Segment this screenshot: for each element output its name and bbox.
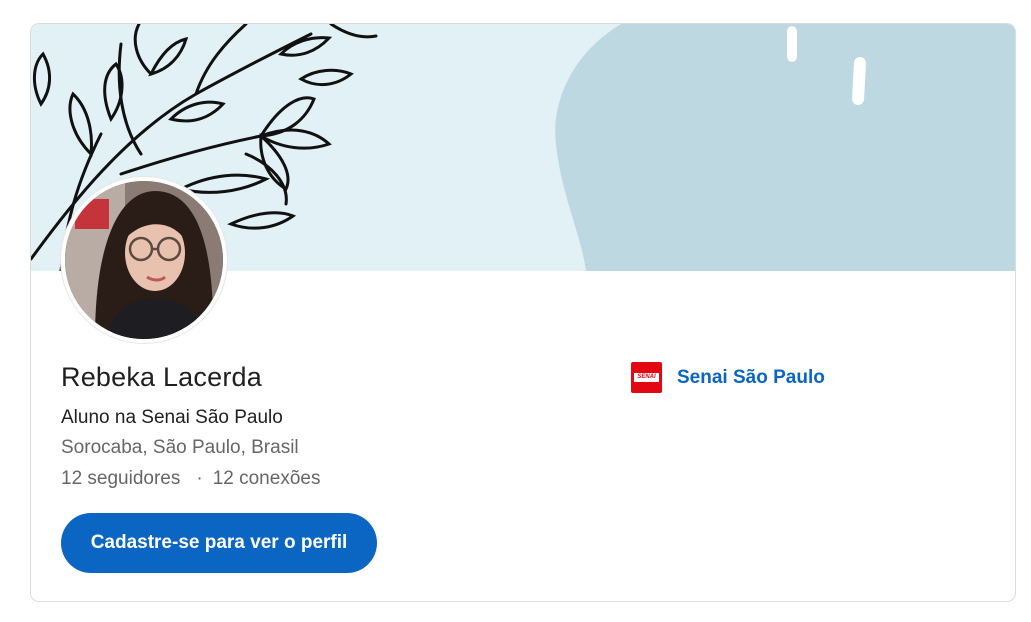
connections-count: 12 conexões <box>212 468 321 489</box>
senai-logo-icon: SENAI <box>631 362 662 393</box>
avatar-photo <box>65 181 223 339</box>
profile-headline: Aluno na Senai São Paulo <box>61 407 283 428</box>
profile-card: Rebeka Lacerda Aluno na Senai São Paulo … <box>30 23 1016 602</box>
profile-avatar[interactable] <box>61 177 227 343</box>
profile-location: Sorocaba, São Paulo, Brasil <box>61 437 299 458</box>
signup-to-view-profile-button[interactable]: Cadastre-se para ver o perfil <box>61 513 377 573</box>
profile-name: Rebeka Lacerda <box>61 362 262 392</box>
organization-name: Senai São Paulo <box>677 366 825 388</box>
profile-stats: 12 seguidores · 12 conexões <box>61 468 320 490</box>
followers-count: 12 seguidores <box>61 468 181 489</box>
senai-logo-text: SENAI <box>634 373 659 382</box>
stats-separator: · <box>196 468 203 489</box>
organization-link[interactable]: SENAI Senai São Paulo <box>631 362 825 393</box>
